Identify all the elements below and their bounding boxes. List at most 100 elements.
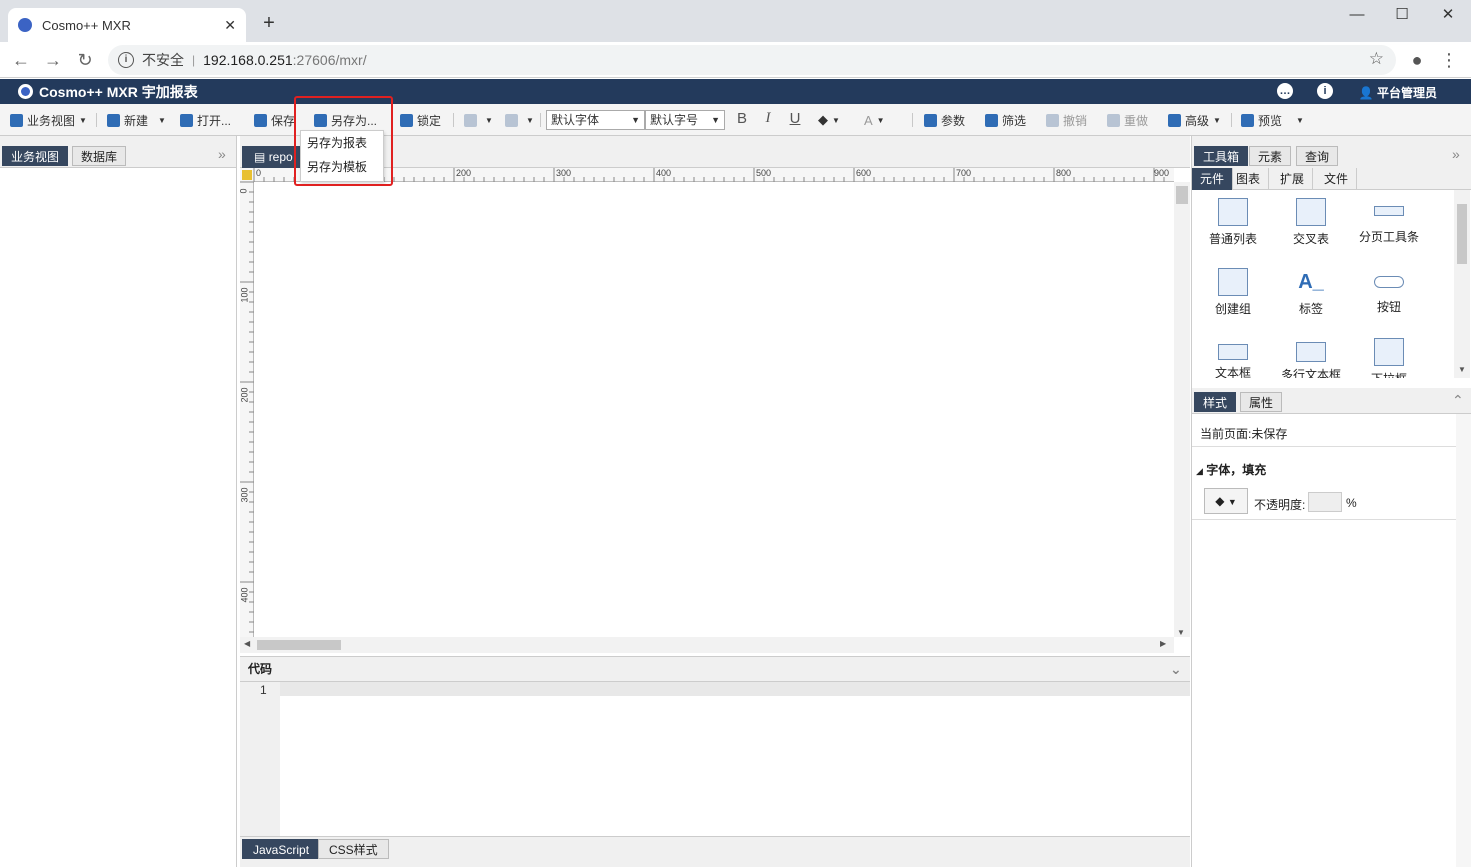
subtab-components[interactable]: 元件	[1192, 168, 1234, 190]
chevron-down-icon: ▼	[485, 115, 493, 125]
canvas-vertical-scrollbar[interactable]: ▼	[1174, 182, 1190, 637]
chevron-down-icon: ▼	[1296, 115, 1304, 125]
message-icon[interactable]: …	[1277, 83, 1293, 99]
tab-css[interactable]: CSS样式	[318, 839, 389, 859]
menu-kebab-icon[interactable]: ⋮	[1438, 49, 1460, 71]
tab-query[interactable]: 查询	[1296, 146, 1339, 166]
account-icon[interactable]: ●	[1406, 49, 1428, 71]
collapse-right-icon[interactable]: »	[1452, 146, 1460, 162]
scroll-right-icon[interactable]: ▶	[1160, 639, 1166, 648]
code-gutter	[240, 682, 280, 836]
component-textbox[interactable]: 文本框	[1194, 330, 1272, 378]
maximize-icon[interactable]: ☐	[1385, 4, 1419, 26]
font-size-select[interactable]: 默认字号 ▼	[645, 110, 725, 130]
fill-color-picker[interactable]: ◆ ▼	[1204, 488, 1248, 514]
reload-icon[interactable]: ↻	[74, 49, 96, 71]
component-grid: 普通列表 交叉表 分页工具条 创建组 A_标签 按钮 文本框 多行文本框 下拉框	[1192, 190, 1454, 378]
collapse-style-icon[interactable]: ⌃	[1452, 392, 1464, 409]
component-label[interactable]: A_ 标签	[1272, 260, 1350, 330]
triangle-down-icon: ◢	[1196, 466, 1203, 476]
canvas-horizontal-scrollbar[interactable]: ◀ ▶	[240, 637, 1174, 653]
code-editor[interactable]	[280, 696, 1190, 836]
browser-tab-title: Cosmo++ MXR	[42, 17, 131, 33]
scroll-left-icon[interactable]: ◀	[244, 639, 250, 648]
undo-button[interactable]: 撤销	[1046, 111, 1087, 129]
font-color-button[interactable]: A ▼	[864, 111, 885, 129]
right-panel: 工具箱 元素 查询 » 元件 图表 扩展 文件 普通列表 交叉表 分页工具条 创…	[1191, 136, 1471, 867]
close-window-icon[interactable]: ✕	[1431, 4, 1465, 26]
font-family-select[interactable]: 默认字体 ▼	[546, 110, 645, 130]
close-tab-icon[interactable]: ✕	[224, 17, 236, 34]
ruler-label: 800	[1056, 168, 1072, 178]
ruler-label: 700	[956, 168, 972, 178]
fill-color-button[interactable]: ◆ ▼	[818, 111, 840, 129]
browser-tab[interactable]: Cosmo++ MXR ✕	[8, 8, 246, 42]
code-current-line[interactable]	[280, 682, 1190, 696]
italic-button[interactable]: I	[760, 110, 776, 127]
textbox-icon	[1218, 344, 1248, 360]
style-scrollbar[interactable]	[1456, 414, 1471, 867]
tab-style[interactable]: 样式	[1194, 392, 1237, 412]
filter-button[interactable]: 筛选	[985, 111, 1026, 129]
scroll-thumb[interactable]	[1457, 204, 1467, 264]
save-icon	[254, 113, 267, 127]
preview-button[interactable]: 预览 ▼	[1241, 111, 1304, 129]
new-button[interactable]: 新建 ▼	[107, 111, 166, 129]
tab-toolbox[interactable]: 工具箱	[1194, 146, 1249, 166]
distribute-button[interactable]: ▼	[505, 111, 534, 129]
new-tab-button[interactable]: +	[258, 12, 280, 34]
tab-database[interactable]: 数据库	[72, 146, 127, 166]
lock-button[interactable]: 锁定	[400, 111, 441, 129]
underline-button[interactable]: U	[787, 110, 803, 127]
tab-properties[interactable]: 属性	[1240, 392, 1283, 412]
ruler-label: 200	[456, 168, 472, 178]
subtab-files[interactable]: 文件	[1316, 168, 1358, 190]
scroll-down-icon[interactable]: ▼	[1458, 365, 1466, 374]
undo-icon	[1046, 113, 1059, 127]
collapse-code-icon[interactable]: ⌄	[1170, 657, 1182, 681]
save-button[interactable]: 保存	[254, 111, 295, 129]
params-button[interactable]: 参数	[924, 111, 965, 129]
forward-icon[interactable]: →	[42, 49, 64, 71]
scroll-down-icon[interactable]: ▼	[1177, 628, 1185, 637]
document-tab[interactable]: ▤ repo	[242, 146, 302, 168]
component-textarea[interactable]: 多行文本框	[1272, 330, 1350, 378]
info-icon[interactable]: i	[118, 52, 134, 68]
tab-biz-view[interactable]: 业务视图	[2, 146, 69, 166]
bookmark-star-icon[interactable]: ☆	[1369, 49, 1384, 69]
bold-button[interactable]: B	[734, 110, 750, 127]
scroll-thumb[interactable]	[257, 640, 341, 650]
subtab-extensions[interactable]: 扩展	[1272, 168, 1314, 190]
component-dropdown[interactable]: 下拉框	[1350, 330, 1428, 378]
opacity-input[interactable]	[1308, 492, 1342, 512]
minimize-icon[interactable]: —	[1340, 4, 1374, 26]
align-button[interactable]: ▼	[464, 111, 493, 129]
advanced-button[interactable]: 高级 ▼	[1168, 111, 1221, 129]
component-group[interactable]: 创建组	[1194, 260, 1272, 330]
scroll-thumb[interactable]	[1176, 186, 1188, 204]
component-list[interactable]: 普通列表	[1194, 190, 1272, 260]
url-input[interactable]: i 不安全 | 192.168.0.251 :27606/mxr/ ☆	[108, 45, 1396, 75]
tab-javascript[interactable]: JavaScript	[242, 839, 321, 859]
biz-view-button[interactable]: 业务视图 ▼	[10, 111, 87, 129]
collapse-left-icon[interactable]: »	[218, 146, 226, 162]
left-panel-tabs: 业务视图 数据库 »	[0, 136, 236, 168]
url-path: :27606/mxr/	[292, 52, 367, 68]
subtab-charts[interactable]: 图表	[1228, 168, 1270, 190]
component-button[interactable]: 按钮	[1350, 260, 1428, 330]
toolbox-scrollbar[interactable]: ▼	[1454, 190, 1470, 378]
ruler-corner-icon	[242, 170, 252, 180]
component-pager[interactable]: 分页工具条	[1350, 190, 1428, 260]
back-icon[interactable]: ←	[10, 49, 32, 71]
report-canvas[interactable]	[254, 182, 1174, 637]
preview-icon	[1241, 113, 1254, 127]
font-color-icon: A	[864, 112, 873, 128]
user-menu[interactable]: 👤 平台管理员	[1359, 84, 1437, 101]
code-panel-title: 代码	[248, 662, 273, 676]
open-button[interactable]: 打开...	[180, 111, 231, 129]
redo-button[interactable]: 重做	[1107, 111, 1148, 129]
info-circle-icon[interactable]: i	[1317, 83, 1333, 99]
font-fill-section[interactable]: ◢ 字体，填充	[1192, 446, 1456, 480]
component-crosstab[interactable]: 交叉表	[1272, 190, 1350, 260]
tab-elements[interactable]: 元素	[1249, 146, 1292, 166]
